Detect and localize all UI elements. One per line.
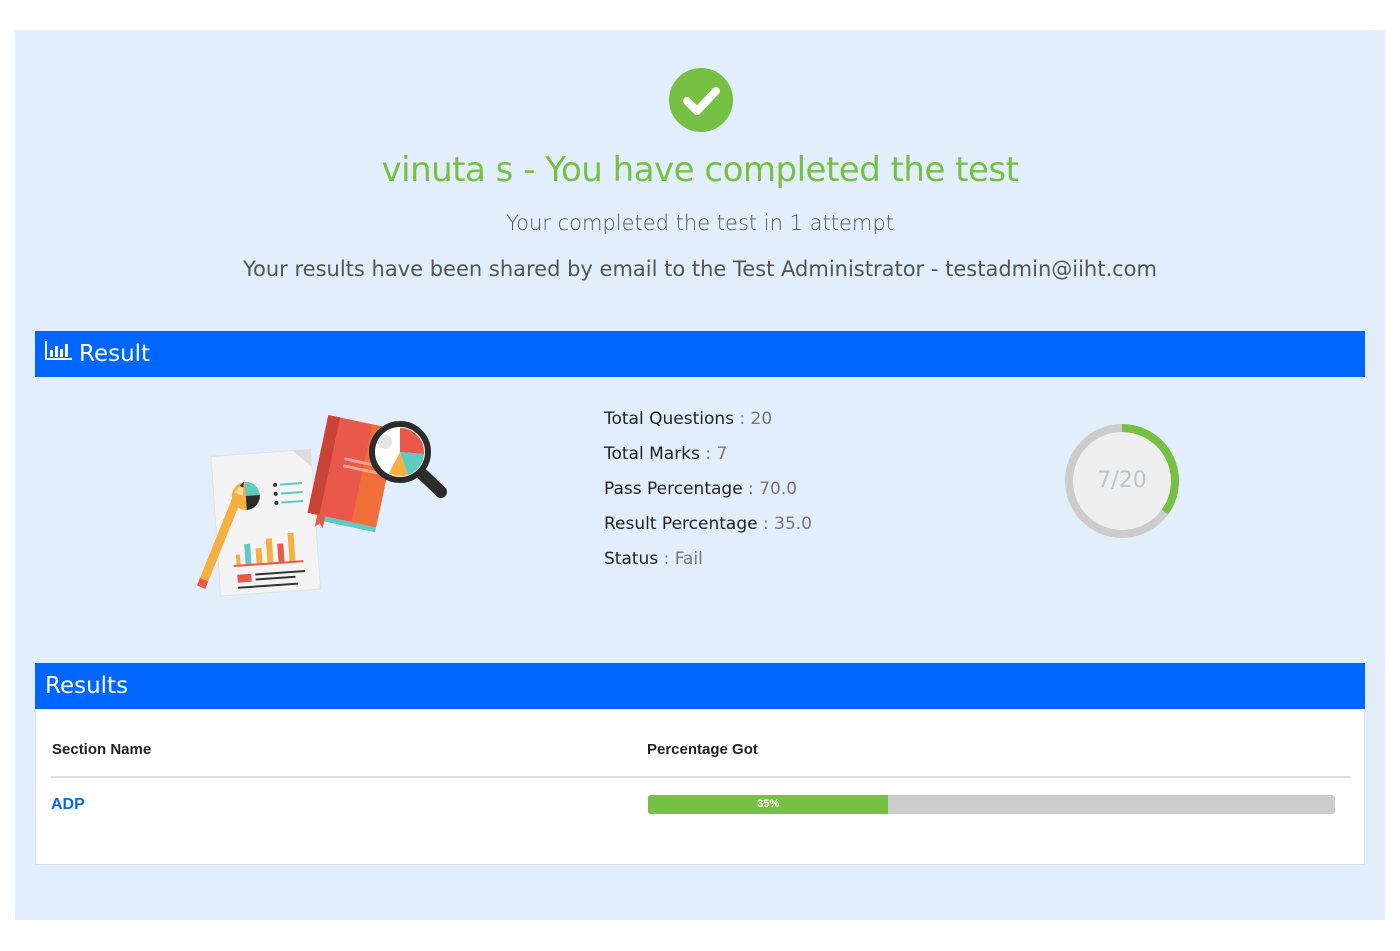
results-heading: Results xyxy=(45,673,129,699)
result-stats: Total Questions : 20 Total Marks : 7 Pas… xyxy=(604,406,812,581)
report-illustration xyxy=(185,402,455,606)
attempt-text: Your completed the test in 1 attempt xyxy=(506,211,894,235)
header-divider xyxy=(51,776,1350,778)
check-circle-icon xyxy=(669,68,733,132)
stat-total-marks: Total Marks : 7 xyxy=(604,444,728,464)
result-header: Result xyxy=(35,331,1365,377)
column-header-percentage-got: Percentage Got xyxy=(647,741,758,758)
section-progress-fill: 35% xyxy=(648,795,889,814)
results-panel: vinuta s - You have completed the test Y… xyxy=(15,30,1385,920)
bar-chart-icon xyxy=(45,330,73,376)
score-label: 7/20 xyxy=(1097,468,1147,493)
stat-total-questions: Total Questions : 20 xyxy=(604,409,773,429)
section-link-adp[interactable]: ADP xyxy=(51,796,85,814)
section-progress-bar: 35% xyxy=(648,795,1335,814)
result-heading: Result xyxy=(79,341,151,367)
results-table: Section Name Percentage Got ADP 35% xyxy=(35,709,1365,865)
column-header-section-name: Section Name xyxy=(52,741,152,758)
shared-text: Your results have been shared by email t… xyxy=(242,257,1157,281)
results-header: Results xyxy=(35,663,1365,709)
stat-pass-percentage: Pass Percentage : 70.0 xyxy=(604,479,798,499)
completion-title: vinuta s - You have completed the test xyxy=(381,150,1019,190)
stat-status: Status : Fail xyxy=(604,549,703,569)
stat-result-percentage: Result Percentage : 35.0 xyxy=(604,514,812,534)
